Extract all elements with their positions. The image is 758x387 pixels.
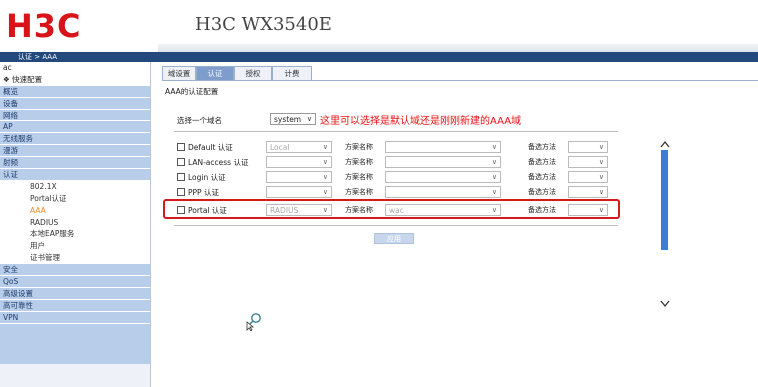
chevron-down-icon: ∨ bbox=[491, 158, 497, 166]
section-title: AAA的认证配置 bbox=[165, 87, 219, 96]
default-checkbox[interactable] bbox=[177, 143, 185, 151]
ppp-mode-select[interactable]: ∨ bbox=[266, 186, 332, 198]
mode-value: Local bbox=[270, 143, 290, 152]
login-scheme-select[interactable]: ∨ bbox=[385, 171, 501, 183]
sidebar-item[interactable]: 设备 bbox=[0, 97, 150, 110]
sidebar-item[interactable]: 证书管理 bbox=[0, 252, 150, 265]
auth-row-lan-access: LAN-access 认证 ∨ 方案名称 ∨ 备选方法 ∨ bbox=[174, 156, 624, 169]
sidebar-item[interactable]: 认证 bbox=[0, 169, 150, 181]
auth-row-default: Default 认证 Local ∨ 方案名称 ∨ 备选方法 ∨ bbox=[174, 141, 624, 154]
auth-row-login: Login 认证 ∨ 方案名称 ∨ 备选方法 ∨ bbox=[174, 171, 624, 184]
portal-auth-highlight bbox=[163, 199, 620, 219]
scheme-name-label: 方案名称 bbox=[345, 143, 373, 151]
sidebar-quick-config[interactable]: ❖ 快速配置 bbox=[0, 73, 150, 86]
backup-method-label: 备选方法 bbox=[528, 143, 556, 151]
vertical-scrollbar[interactable] bbox=[661, 150, 668, 250]
chevron-down-icon: ∨ bbox=[491, 188, 497, 196]
lan-access-label: LAN-access 认证 bbox=[188, 158, 249, 167]
tab-domain-settings[interactable]: 域设置 bbox=[162, 66, 196, 80]
sidebar-item[interactable]: VPN bbox=[0, 311, 150, 324]
auth-row-ppp: PPP 认证 ∨ 方案名称 ∨ 备选方法 ∨ bbox=[174, 186, 624, 199]
scroll-down-icon[interactable] bbox=[660, 300, 670, 311]
chevron-down-icon: ∨ bbox=[322, 173, 328, 181]
apply-button[interactable]: 应用 bbox=[374, 233, 414, 244]
sidebar-item[interactable]: 网络 bbox=[0, 109, 150, 122]
login-label: Login 认证 bbox=[188, 173, 226, 182]
sidebar: ac ❖ 快速配置 概览 设备 网络 AP 无线服务 漫游 射频 认证 802.1X Portal… bbox=[0, 62, 151, 387]
ppp-scheme-select[interactable]: ∨ bbox=[385, 186, 501, 198]
sidebar-item[interactable]: RADIUS bbox=[0, 216, 150, 229]
product-title: H3C WX3540E bbox=[195, 14, 332, 35]
chevron-down-icon: ∨ bbox=[598, 188, 604, 196]
sidebar-item[interactable]: 射频 bbox=[0, 157, 150, 170]
backup-method-label: 备选方法 bbox=[528, 188, 556, 196]
default-scheme-select[interactable]: ∨ bbox=[385, 141, 501, 153]
domain-select-value: system bbox=[274, 115, 302, 124]
sidebar-item[interactable]: 安全 bbox=[0, 264, 150, 277]
breadcrumb: 认证 > AAA bbox=[18, 53, 58, 61]
login-checkbox[interactable] bbox=[177, 173, 185, 181]
ppp-label: PPP 认证 bbox=[188, 188, 219, 197]
lan-access-scheme-select[interactable]: ∨ bbox=[385, 156, 501, 168]
ppp-backup-select[interactable]: ∨ bbox=[568, 186, 608, 198]
lan-access-backup-select[interactable]: ∨ bbox=[568, 156, 608, 168]
header: H3C H3C WX3540E bbox=[0, 0, 758, 52]
scheme-name-label: 方案名称 bbox=[345, 158, 373, 166]
chevron-down-icon: ∨ bbox=[491, 173, 497, 181]
sidebar-filler bbox=[0, 323, 150, 364]
chevron-down-icon: ∨ bbox=[598, 158, 604, 166]
chevron-down-icon: ∨ bbox=[491, 143, 497, 151]
default-backup-select[interactable]: ∨ bbox=[568, 141, 608, 153]
sidebar-item[interactable]: QoS bbox=[0, 276, 150, 288]
login-backup-select[interactable]: ∨ bbox=[568, 171, 608, 183]
h3c-logo: H3C bbox=[6, 7, 82, 45]
sidebar-item[interactable]: 用户 bbox=[0, 240, 150, 253]
default-mode-select[interactable]: Local ∨ bbox=[266, 141, 332, 153]
lan-access-checkbox[interactable] bbox=[177, 158, 185, 166]
breadcrumb-bar bbox=[0, 52, 758, 62]
tab-underline bbox=[162, 80, 758, 81]
chevron-down-icon: ∨ bbox=[598, 173, 604, 181]
tab-authentication[interactable]: 认证 bbox=[196, 66, 234, 80]
sidebar-item[interactable]: AAA bbox=[0, 204, 150, 217]
sidebar-item[interactable]: 高级设置 bbox=[0, 287, 150, 300]
chevron-down-icon: ∨ bbox=[306, 115, 312, 123]
annotation-note: 这里可以选择是默认域还是刚刚新建的AAA域 bbox=[320, 116, 522, 127]
divider-bottom bbox=[174, 225, 618, 226]
chevron-down-icon: ∨ bbox=[322, 188, 328, 196]
sidebar-item[interactable]: 802.1X bbox=[0, 180, 150, 193]
chevron-down-icon: ∨ bbox=[322, 143, 328, 151]
chevron-down-icon: ∨ bbox=[598, 143, 604, 151]
domain-select[interactable]: system ∨ bbox=[270, 113, 316, 125]
login-mode-select[interactable]: ∨ bbox=[266, 171, 332, 183]
chevron-down-icon: ∨ bbox=[322, 158, 328, 166]
scheme-name-label: 方案名称 bbox=[345, 173, 373, 181]
backup-method-label: 备选方法 bbox=[528, 173, 556, 181]
domain-label: 选择一个域名 bbox=[177, 116, 222, 125]
divider-top bbox=[174, 131, 618, 132]
sidebar-item[interactable]: Portal认证 bbox=[0, 192, 150, 205]
mouse-cursor-icon bbox=[245, 311, 263, 333]
header-divider bbox=[158, 44, 758, 52]
tab-accounting[interactable]: 计费 bbox=[272, 66, 312, 80]
default-label: Default 认证 bbox=[188, 143, 233, 152]
sidebar-item[interactable]: 漫游 bbox=[0, 145, 150, 158]
backup-method-label: 备选方法 bbox=[528, 158, 556, 166]
sidebar-item[interactable]: 概览 bbox=[0, 85, 150, 98]
sidebar-item[interactable]: 高可靠性 bbox=[0, 299, 150, 312]
lan-access-mode-select[interactable]: ∨ bbox=[266, 156, 332, 168]
tab-authorization[interactable]: 授权 bbox=[234, 66, 272, 80]
sidebar-item[interactable]: AP bbox=[0, 121, 150, 134]
sidebar-item[interactable]: 本地EAP服务 bbox=[0, 228, 150, 241]
scheme-name-label: 方案名称 bbox=[345, 188, 373, 196]
sidebar-item[interactable]: 无线服务 bbox=[0, 133, 150, 146]
sidebar-root-ac[interactable]: ac bbox=[0, 62, 150, 74]
ppp-checkbox[interactable] bbox=[177, 188, 185, 196]
